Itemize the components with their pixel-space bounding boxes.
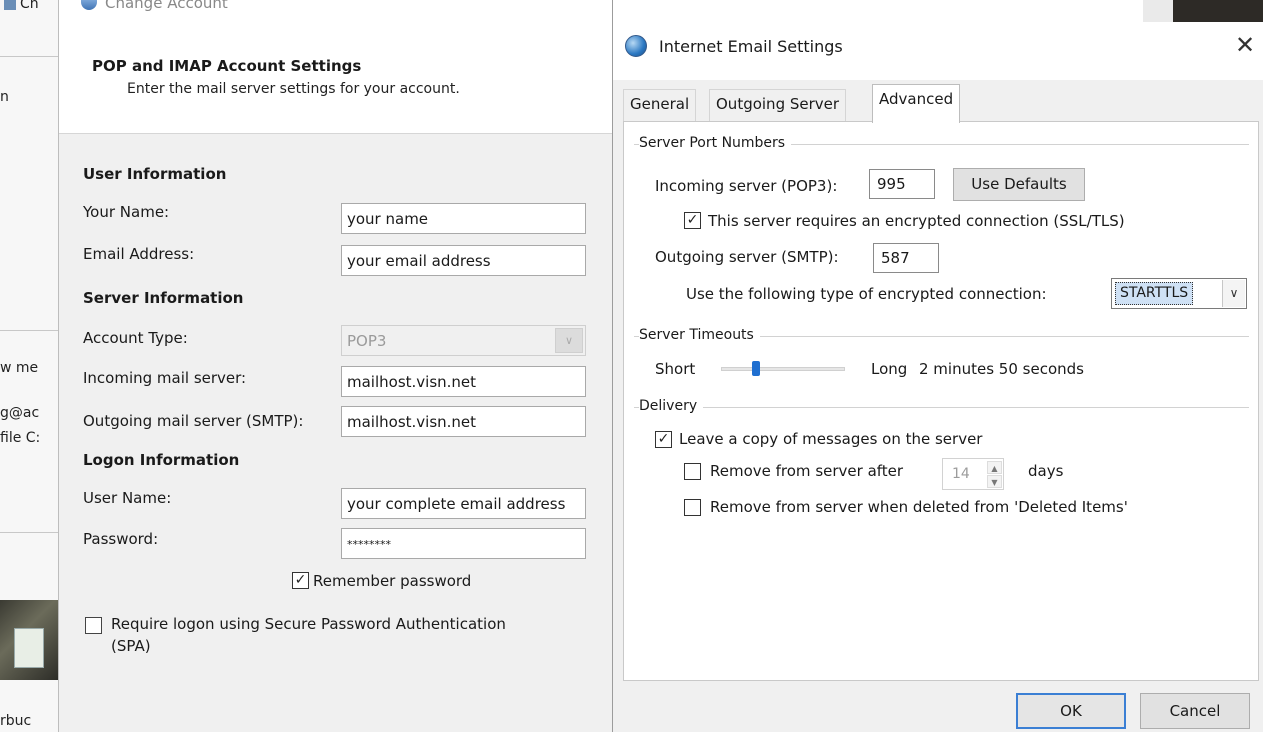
window-title: Change Account — [105, 0, 228, 12]
ok-button[interactable]: OK — [1016, 693, 1126, 729]
server-information-heading: Server Information — [83, 289, 244, 307]
encrypted-connection-value: STARTTLS — [1115, 282, 1194, 305]
account-icon — [81, 0, 97, 10]
header-title: POP and IMAP Account Settings — [92, 57, 362, 75]
user-name-label: User Name: — [83, 489, 172, 507]
change-account-dialog: Change Account POP and IMAP Account Sett… — [58, 0, 621, 732]
your-name-label: Your Name: — [83, 203, 170, 221]
timeout-short-label: Short — [655, 360, 696, 378]
account-type-select: POP3 ∨ — [341, 325, 586, 356]
advanced-tab-panel: Server Port Numbers Incoming server (POP… — [623, 121, 1259, 681]
user-information-heading: User Information — [83, 165, 227, 183]
globe-icon — [625, 35, 647, 57]
background-image-corner — [1173, 0, 1263, 22]
divider — [0, 56, 58, 57]
server-timeouts-heading: Server Timeouts — [639, 327, 760, 343]
email-address-input[interactable]: your email address — [341, 245, 586, 276]
spin-down-icon[interactable]: ▼ — [987, 475, 1002, 488]
logon-information-heading: Logon Information — [83, 451, 240, 469]
remember-password-checkbox[interactable]: ✓ — [292, 572, 309, 589]
strip-text: n — [0, 89, 9, 105]
chevron-down-icon: ∨ — [555, 328, 583, 353]
divider — [0, 532, 58, 533]
remove-after-checkbox[interactable] — [684, 463, 701, 480]
require-spa-checkbox[interactable] — [85, 617, 102, 634]
password-label: Password: — [83, 530, 159, 548]
internet-email-settings-dialog: Internet Email Settings ✕ General Outgoi… — [612, 0, 1263, 732]
outgoing-server-input[interactable]: mailhost.visn.net — [341, 406, 586, 437]
password-input[interactable]: ******** — [341, 528, 586, 559]
ssl-checkbox[interactable]: ✓ — [684, 212, 701, 229]
tab-advanced[interactable]: Advanced — [872, 84, 961, 123]
outgoing-server-label: Outgoing mail server (SMTP): — [83, 412, 304, 430]
header-subtitle: Enter the mail server settings for your … — [127, 81, 460, 97]
divider — [0, 330, 58, 331]
remove-after-label: Remove from server after — [710, 462, 904, 480]
checkmark-icon: ✓ — [686, 212, 699, 228]
window-title: Internet Email Settings — [659, 37, 843, 56]
use-defaults-button[interactable]: Use Defaults — [953, 168, 1085, 201]
checkmark-icon: ✓ — [294, 572, 307, 588]
timeout-value: 2 minutes 50 seconds — [919, 360, 1084, 378]
remove-after-days-spinner[interactable]: 14 ▲ ▼ — [942, 458, 1004, 490]
app-icon — [4, 0, 16, 10]
strip-text: Ch — [20, 0, 39, 12]
group-divider — [634, 407, 1249, 408]
ssl-label: This server requires an encrypted connec… — [708, 212, 1125, 230]
your-name-input[interactable]: your name — [341, 203, 586, 234]
require-spa-label-continued: (SPA) — [111, 637, 151, 655]
tab-general[interactable]: General — [623, 89, 697, 122]
close-icon[interactable]: ✕ — [1235, 31, 1255, 59]
cancel-button[interactable]: Cancel — [1140, 693, 1250, 729]
encrypted-connection-label: Use the following type of encrypted conn… — [686, 285, 1047, 303]
account-type-label: Account Type: — [83, 329, 188, 347]
strip-text: g@ac — [0, 405, 40, 421]
user-name-input[interactable]: your complete email address — [341, 488, 586, 519]
timeout-slider-track[interactable] — [721, 367, 845, 371]
timeout-long-label: Long — [871, 360, 908, 378]
require-spa-label: Require logon using Secure Password Auth… — [111, 615, 506, 633]
chevron-down-icon[interactable]: ∨ — [1222, 280, 1245, 307]
remove-when-deleted-label: Remove from server when deleted from 'De… — [710, 498, 1128, 516]
background-window-edge — [1143, 0, 1173, 22]
incoming-server-label: Incoming mail server: — [83, 369, 247, 387]
days-label: days — [1028, 462, 1064, 480]
remember-password-label: Remember password — [313, 572, 472, 590]
leave-copy-label: Leave a copy of messages on the server — [679, 430, 983, 448]
background-window-strip: Ch n w me g@ac file C: rbuc — [0, 0, 58, 732]
delivery-heading: Delivery — [639, 398, 704, 414]
server-port-numbers-heading: Server Port Numbers — [639, 135, 792, 151]
incoming-port-input[interactable]: 995 — [869, 169, 935, 199]
dialog-header: Change Account POP and IMAP Account Sett… — [59, 0, 621, 134]
remove-when-deleted-checkbox[interactable] — [684, 499, 701, 516]
incoming-port-label: Incoming server (POP3): — [655, 177, 838, 195]
strip-text: w me — [0, 360, 39, 376]
checkmark-icon: ✓ — [657, 431, 670, 447]
account-type-value: POP3 — [347, 332, 387, 350]
leave-copy-checkbox[interactable]: ✓ — [655, 431, 672, 448]
spin-up-icon[interactable]: ▲ — [987, 461, 1002, 474]
outgoing-port-label: Outgoing server (SMTP): — [655, 248, 839, 266]
strip-text: file C: — [0, 430, 41, 446]
encrypted-connection-select[interactable]: STARTTLS ∨ — [1111, 278, 1247, 309]
email-address-label: Email Address: — [83, 245, 195, 263]
tab-outgoing-server[interactable]: Outgoing Server — [709, 89, 847, 122]
strip-text: rbuc — [0, 713, 32, 729]
remove-after-days-value: 14 — [952, 466, 970, 482]
outgoing-port-input[interactable]: 587 — [873, 243, 939, 273]
document-thumbnail-icon — [14, 628, 44, 668]
timeout-slider-thumb[interactable] — [751, 361, 760, 376]
incoming-server-input[interactable]: mailhost.visn.net — [341, 366, 586, 397]
title-bar: Internet Email Settings ✕ — [613, 0, 1263, 80]
